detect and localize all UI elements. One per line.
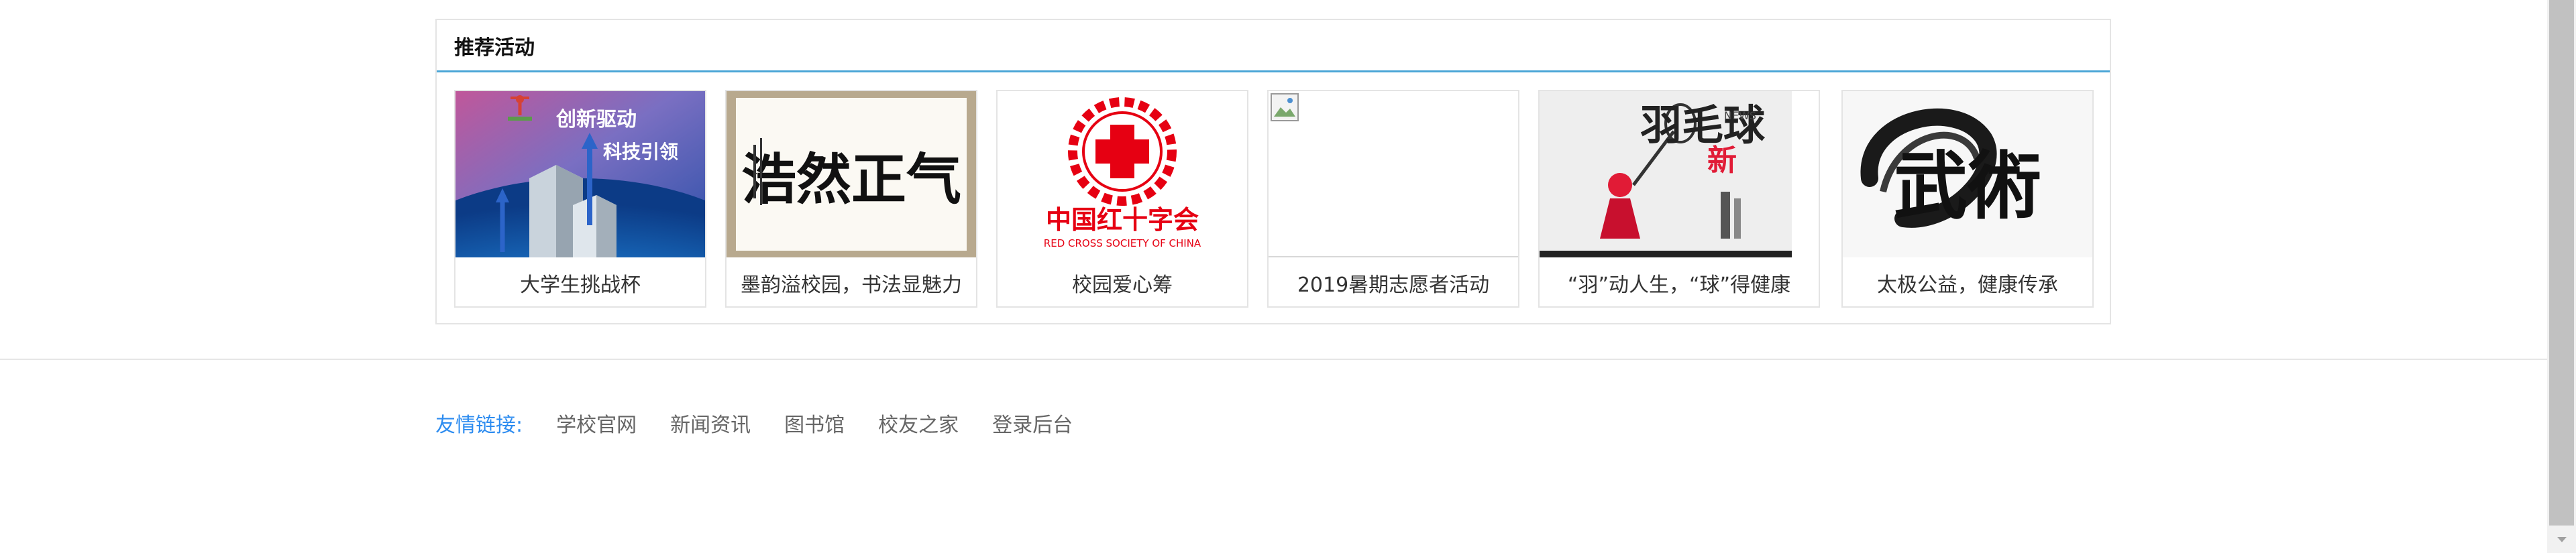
scrollbar-thumb[interactable]: [2549, 0, 2574, 526]
link-alumni[interactable]: 校友之家: [878, 408, 959, 438]
activity-cards: 创新驱动 科技引领 大学生挑战杯 浩然正气 墨韵溢校园，书法显魅力 中国红十字会…: [454, 90, 2094, 308]
activity-card[interactable]: 创新驱动 科技引领 大学生挑战杯: [454, 90, 706, 308]
calligraphy-scroll[interactable]: 浩然正气: [727, 91, 976, 257]
image-text: 羽毛球: [1640, 101, 1766, 149]
link-news[interactable]: 新闻资讯: [670, 408, 751, 438]
image-text: 科技引领: [603, 141, 678, 163]
image-text: 浩然正气: [741, 147, 961, 212]
red-cross-logo[interactable]: 中国红十字会 RED CROSS SOCIETY OF CHINA: [998, 91, 1247, 257]
activity-card[interactable]: 武術 太极公益，健康传承: [1841, 90, 2094, 308]
image-text: RED CROSS SOCIETY OF CHINA: [1044, 237, 1201, 249]
activity-card[interactable]: 浩然正气 墨韵溢校园，书法显魅力: [725, 90, 977, 308]
card-caption[interactable]: 校园爱心筹: [998, 257, 1247, 308]
panel-title: 推荐活动: [454, 36, 535, 60]
image-text: 新: [1707, 143, 1737, 178]
image-text: 武術: [1894, 143, 2041, 229]
martial-arts-calligraphy[interactable]: 武術: [1843, 91, 2092, 257]
card-caption[interactable]: “羽”动人生，“球”得健康: [1540, 257, 1819, 308]
activity-card[interactable]: 2019暑期志愿者活动: [1267, 90, 1519, 308]
vertical-scrollbar[interactable]: [2547, 0, 2576, 553]
link-library[interactable]: 图书馆: [784, 408, 845, 438]
link-school-site[interactable]: 学校官网: [556, 408, 637, 438]
recommended-activities-panel: 推荐活动 创新驱动 科技引领 大学生挑战杯 浩然正气 墨韵溢校园，书法显魅力 中…: [435, 19, 2111, 324]
broken-image-icon: [1271, 93, 1299, 121]
friendly-links-label: 友情链接:: [435, 414, 523, 437]
card-caption[interactable]: 太极公益，健康传承: [1843, 257, 2092, 308]
card-caption[interactable]: 2019暑期志愿者活动: [1269, 257, 1518, 308]
panel-header: 推荐活动: [437, 20, 2110, 72]
section-divider: [0, 359, 2547, 360]
activity-card[interactable]: 中国红十字会 RED CROSS SOCIETY OF CHINA 校园爱心筹: [996, 90, 1248, 308]
broken-image[interactable]: [1269, 91, 1518, 257]
card-caption[interactable]: 墨韵溢校园，书法显魅力: [727, 257, 976, 308]
image-text: 中国红十字会: [1046, 205, 1199, 235]
innovation-illustration[interactable]: 创新驱动 科技引领: [455, 91, 705, 257]
scroll-down-icon[interactable]: [2547, 526, 2576, 553]
activity-card[interactable]: 羽毛球 NEWS 新 “羽”动人生，“球”得健康: [1538, 90, 1820, 308]
friendly-links: 友情链接: 学校官网 新闻资讯 图书馆 校友之家 登录后台: [435, 408, 1106, 438]
image-text: 创新驱动: [555, 108, 637, 131]
link-admin-login[interactable]: 登录后台: [992, 408, 1073, 438]
badminton-poster[interactable]: 羽毛球 NEWS 新: [1540, 91, 1792, 257]
card-caption[interactable]: 大学生挑战杯: [455, 257, 705, 308]
image-text: NEWS: [1724, 109, 1756, 122]
